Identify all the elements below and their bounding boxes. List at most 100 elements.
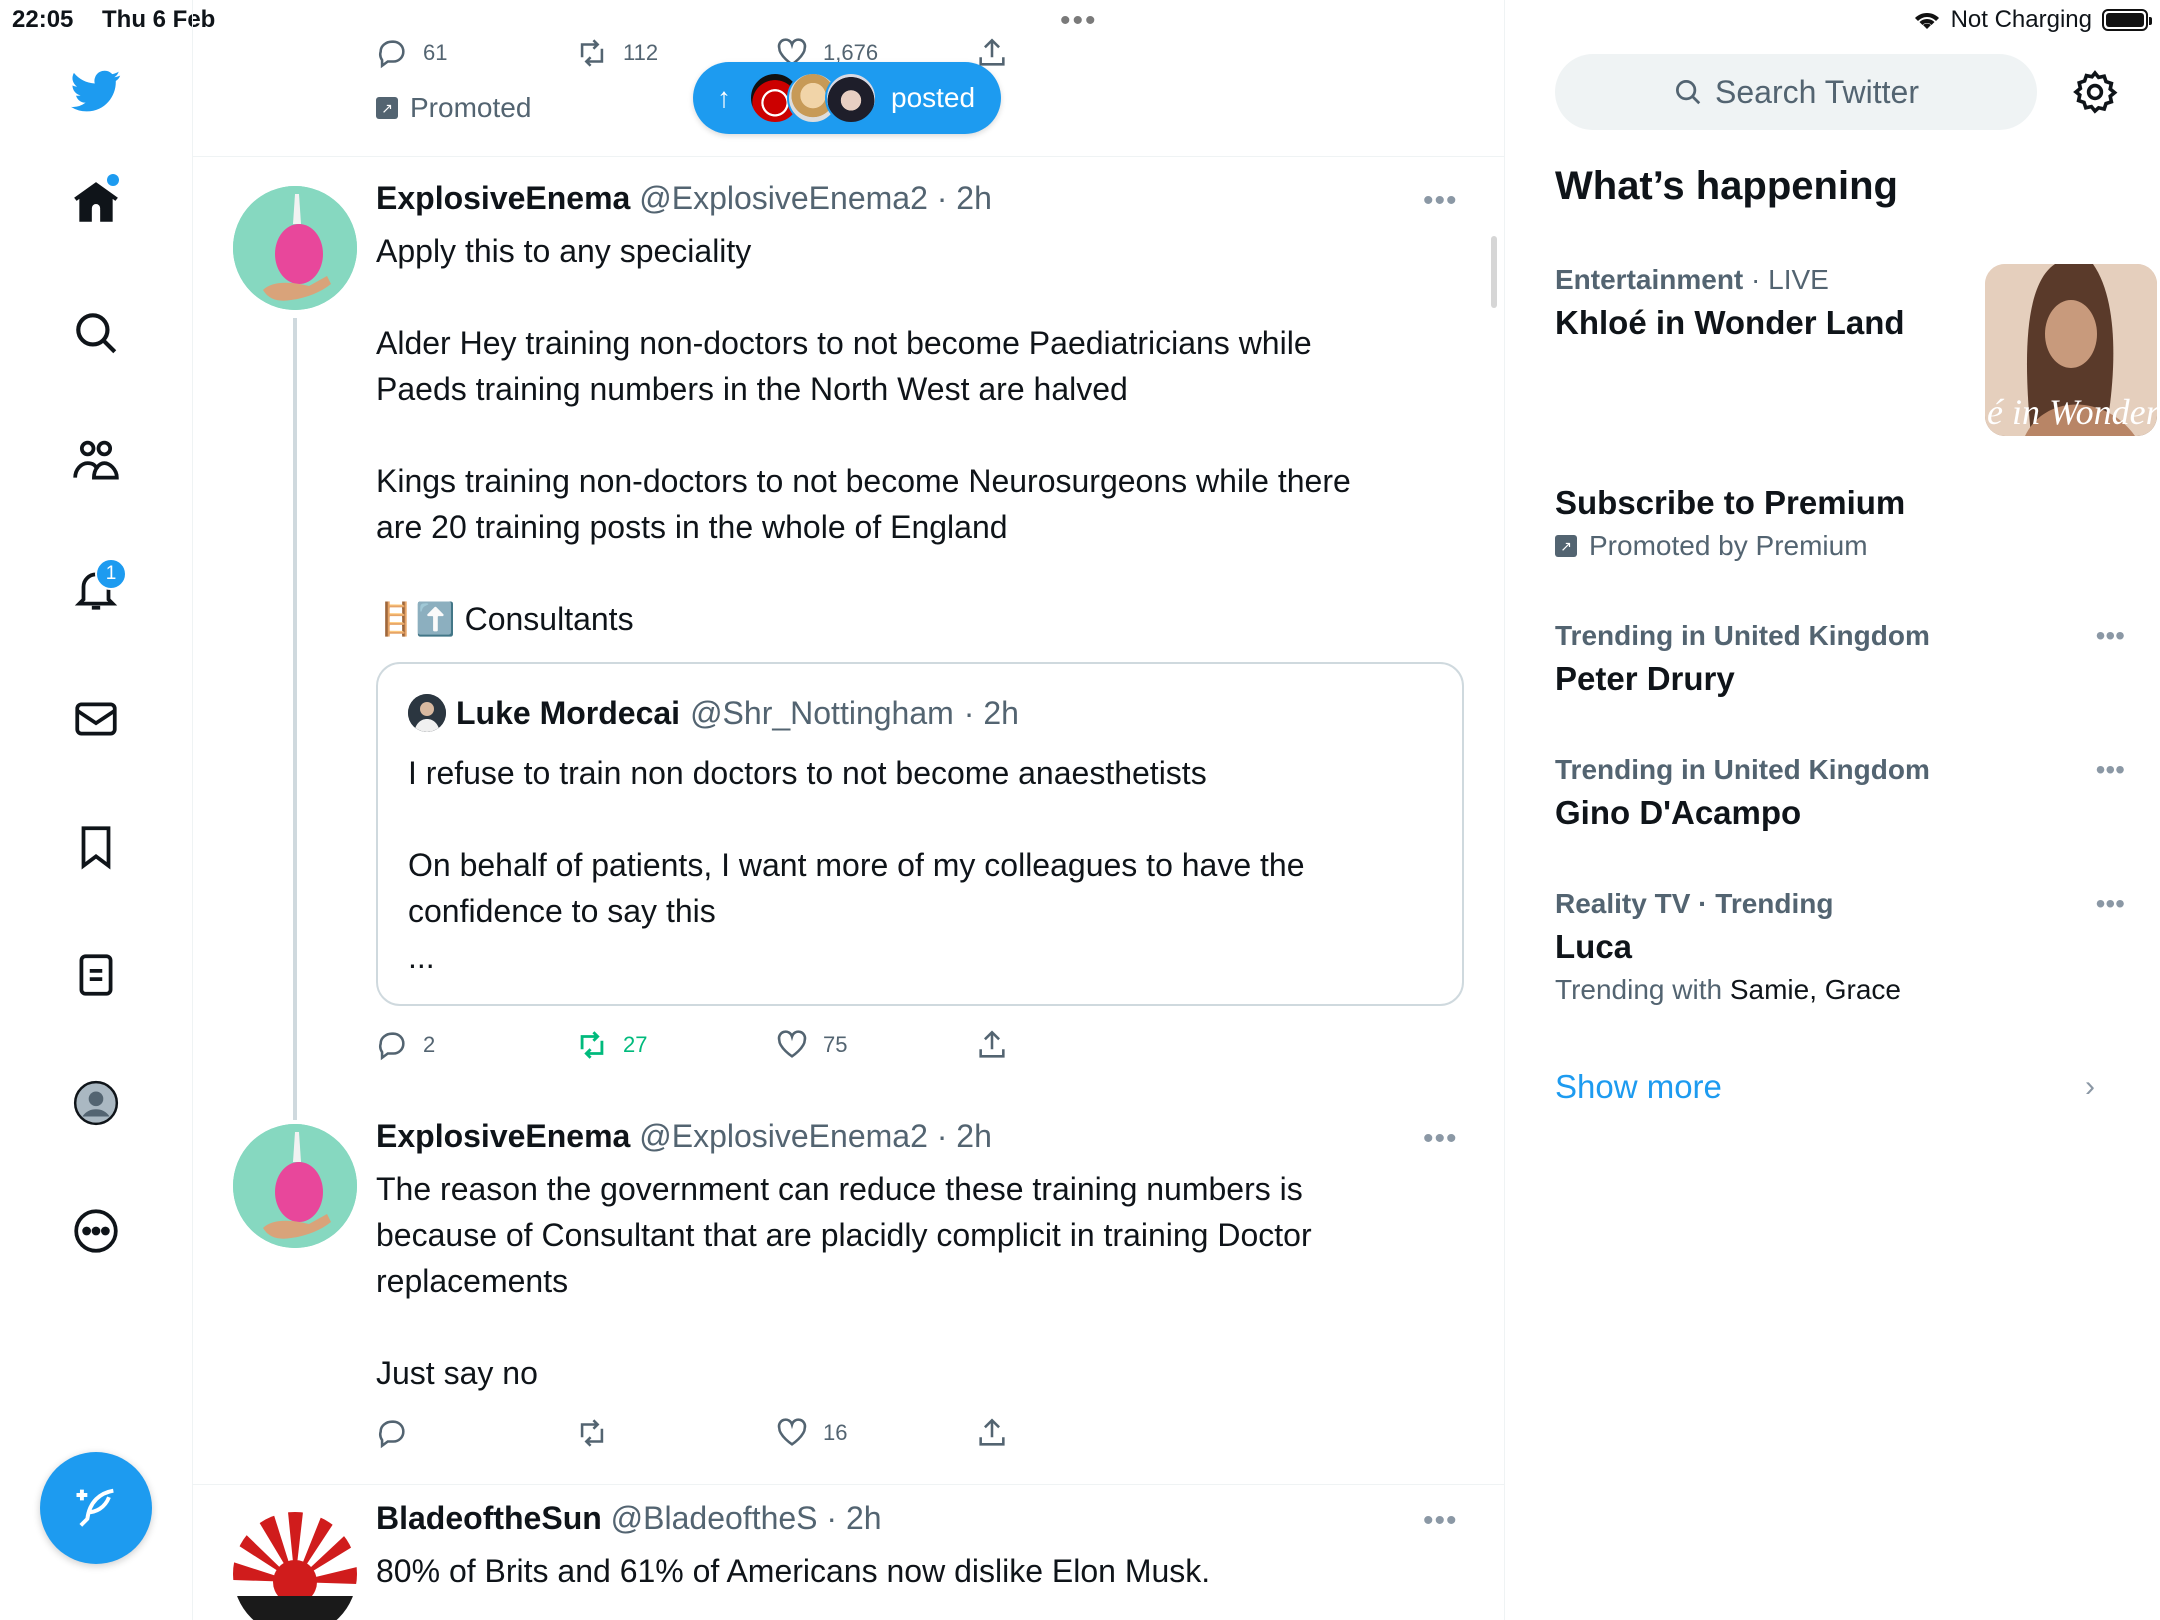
tweet-author-handle[interactable]: @ExplosiveEnema2 bbox=[639, 180, 928, 216]
trend-item[interactable]: Reality TV · Trending Luca Trending with… bbox=[1555, 888, 2125, 1006]
trend-context: Reality TV · Trending bbox=[1555, 888, 1834, 919]
tweet-time[interactable]: · 2h bbox=[826, 1500, 881, 1536]
chevron-right-icon: › bbox=[2085, 1070, 2095, 1103]
heart-icon bbox=[777, 1418, 807, 1446]
like-count: 16 bbox=[823, 1420, 848, 1445]
share-action[interactable] bbox=[975, 1028, 1009, 1062]
whats-happening-title: What’s happening bbox=[1555, 164, 1898, 208]
share-action[interactable] bbox=[975, 1416, 1009, 1450]
quote-author-name: Luke Mordecai bbox=[456, 694, 681, 731]
home-new-dot bbox=[107, 174, 119, 186]
retweet-count: 27 bbox=[623, 1032, 648, 1057]
tweet-more-icon[interactable]: ••• bbox=[1423, 184, 1458, 218]
like-action[interactable]: 75 bbox=[775, 1028, 847, 1062]
promoted-label: ↗ Promoted bbox=[376, 92, 531, 124]
retweet-action[interactable]: 27 bbox=[575, 1028, 647, 1062]
tweet-divider bbox=[193, 156, 1504, 157]
notifications-badge: 1 bbox=[95, 558, 127, 590]
quote-tweet[interactable]: Luke Mordecai @Shr_Nottingham · 2h I ref… bbox=[376, 662, 1464, 1006]
trend-subtitle: Trending with Samie, Grace bbox=[1555, 974, 2125, 1006]
tweet-author-name[interactable]: ExplosiveEnema bbox=[376, 180, 630, 216]
left-navigation: 1 bbox=[0, 0, 193, 1620]
quote-header: Luke Mordecai @Shr_Nottingham · 2h bbox=[408, 694, 1019, 732]
tweet-text: The reason the government can reduce the… bbox=[376, 1171, 1312, 1391]
profile-avatar-icon[interactable] bbox=[65, 1072, 127, 1134]
promoted-arrow-icon: ↗ bbox=[1555, 535, 1577, 557]
promoted-arrow-icon: ↗ bbox=[376, 97, 398, 119]
tweet-more-icon[interactable]: ••• bbox=[1423, 1122, 1458, 1156]
trend-promoted-label: Promoted by Premium bbox=[1589, 530, 1868, 561]
twitter-logo-icon[interactable] bbox=[65, 60, 127, 122]
reply-action[interactable]: 2 bbox=[375, 1028, 435, 1062]
more-options-icon[interactable] bbox=[65, 1200, 127, 1262]
trend-title: Peter Drury bbox=[1555, 660, 1735, 697]
trend-item[interactable]: Trending in United Kingdom Gino D'Acampo… bbox=[1555, 754, 2125, 832]
like-action[interactable]: 16 bbox=[775, 1416, 847, 1450]
search-placeholder: Search Twitter bbox=[1715, 73, 1919, 110]
retweet-count: 112 bbox=[623, 40, 659, 65]
trend-item[interactable]: Trending in United Kingdom Peter Drury •… bbox=[1555, 620, 2125, 698]
tweet-avatar[interactable] bbox=[233, 186, 357, 310]
like-count: 75 bbox=[823, 1032, 848, 1057]
tweet-header: BladeoftheSun @BladeoftheS · 2h bbox=[376, 1500, 882, 1537]
settings-gear-icon[interactable] bbox=[2071, 68, 2119, 116]
retweet-action[interactable] bbox=[575, 1416, 623, 1450]
trend-context: Trending in United Kingdom bbox=[1555, 620, 1930, 651]
tweet-header: ExplosiveEnema @ExplosiveEnema2 · 2h bbox=[376, 1118, 992, 1155]
reply-action[interactable]: 61 bbox=[375, 36, 447, 70]
quote-author-handle: @Shr_Nottingham bbox=[690, 694, 954, 731]
trend-title: Subscribe to Premium bbox=[1555, 484, 1906, 521]
tweet-more-icon[interactable]: ••• bbox=[1423, 1504, 1458, 1538]
timeline: 61 112 1,676 ↗ Promoted ↑ posted Explosi… bbox=[193, 0, 1505, 1620]
tweet-author-handle[interactable]: @ExplosiveEnema2 bbox=[639, 1118, 928, 1154]
rising-sun-avatar-image bbox=[233, 1512, 357, 1620]
retweet-action[interactable]: 112 bbox=[575, 36, 658, 70]
trend-thumbnail-image: é in Wonder L bbox=[1985, 264, 2157, 436]
heart-icon bbox=[777, 1030, 807, 1058]
compose-tweet-button[interactable] bbox=[40, 1452, 152, 1564]
scrollbar[interactable] bbox=[1491, 236, 1497, 308]
tweet-author-name[interactable]: BladeoftheSun bbox=[376, 1500, 602, 1536]
right-sidebar: Search Twitter What’s happening Entertai… bbox=[1505, 0, 2160, 1620]
explore-search-icon[interactable] bbox=[65, 302, 127, 364]
reply-count: 2 bbox=[423, 1032, 436, 1057]
trend-item[interactable]: Entertainment · LIVE Khloé in Wonder Lan… bbox=[1555, 264, 2157, 436]
retweet-icon bbox=[580, 39, 604, 67]
tweet-avatar[interactable] bbox=[233, 1124, 357, 1248]
trend-more-icon[interactable]: ••• bbox=[2096, 754, 2125, 786]
search-input[interactable]: Search Twitter bbox=[1555, 54, 2037, 130]
reply-action[interactable] bbox=[375, 1416, 423, 1450]
quote-avatar bbox=[408, 694, 446, 732]
trend-more-icon[interactable]: ••• bbox=[2096, 620, 2125, 652]
trend-promoted: ↗ Promoted by Premium bbox=[1555, 530, 2125, 562]
tweet-avatar[interactable] bbox=[233, 1512, 357, 1620]
tweet-time[interactable]: · 2h bbox=[937, 180, 992, 216]
messages-mail-icon[interactable] bbox=[65, 688, 127, 750]
trend-sub-names: Samie, Grace bbox=[1729, 974, 1901, 1005]
new-posts-pill[interactable]: ↑ posted bbox=[693, 62, 1001, 134]
tweet-time[interactable]: · 2h bbox=[937, 1118, 992, 1154]
trend-item-promoted[interactable]: Subscribe to Premium ↗ Promoted by Premi… bbox=[1555, 484, 2125, 562]
notifications-bell-icon[interactable]: 1 bbox=[65, 558, 127, 620]
reply-count: 61 bbox=[423, 40, 448, 65]
home-icon[interactable] bbox=[65, 172, 127, 234]
bookmarks-icon[interactable] bbox=[65, 816, 127, 878]
trend-category: Entertainment bbox=[1555, 264, 1744, 295]
lists-icon[interactable] bbox=[65, 944, 127, 1006]
new-posts-label: posted bbox=[891, 82, 976, 113]
retweet-icon bbox=[580, 1419, 604, 1447]
trend-title: Gino D'Acampo bbox=[1555, 794, 1802, 831]
trend-title: Luca bbox=[1555, 928, 1633, 965]
bulb-syringe-avatar-image bbox=[233, 1124, 357, 1248]
share-icon bbox=[979, 1030, 1005, 1058]
communities-icon[interactable] bbox=[65, 430, 127, 492]
retweet-icon bbox=[580, 1031, 604, 1059]
tweet-author-handle[interactable]: @BladeoftheS bbox=[611, 1500, 818, 1536]
thread-line bbox=[293, 318, 297, 1120]
trend-sub-prefix: Trending with bbox=[1555, 974, 1723, 1005]
show-more-link[interactable]: Show more bbox=[1555, 1068, 1722, 1106]
trend-more-icon[interactable]: ••• bbox=[2096, 888, 2125, 920]
trend-image-caption: é in Wonder L bbox=[1987, 392, 2157, 432]
share-icon bbox=[979, 1418, 1005, 1446]
tweet-author-name[interactable]: ExplosiveEnema bbox=[376, 1118, 630, 1154]
